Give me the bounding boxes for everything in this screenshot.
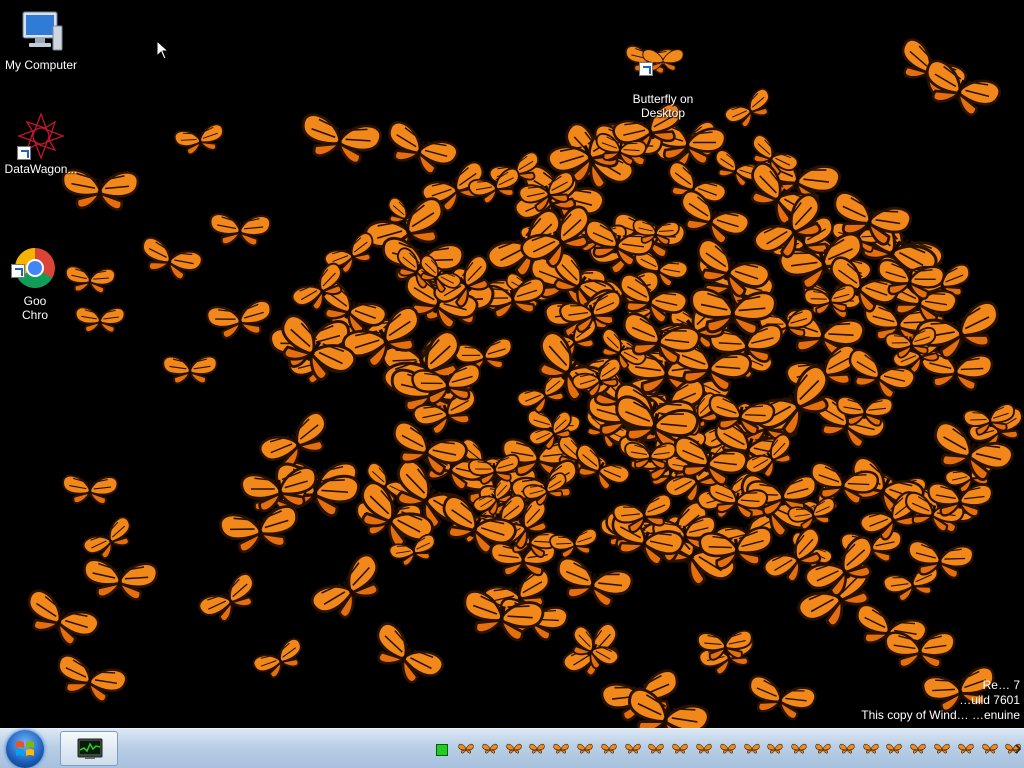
tray-status-icon[interactable] <box>436 744 448 756</box>
tray-butterfly-icon[interactable] <box>505 742 522 756</box>
butterfly-on-desktop-icon <box>639 28 687 76</box>
taskbar <box>0 728 1024 768</box>
tray-butterfly-icon[interactable] <box>672 742 688 756</box>
tray-butterfly-icon[interactable] <box>482 742 498 756</box>
butterfly <box>219 505 299 554</box>
tray-butterfly-icon[interactable] <box>529 742 546 756</box>
butterfly <box>252 638 302 679</box>
butterfly <box>748 674 817 721</box>
datawagon-icon <box>17 112 65 160</box>
tray-butterfly-icon[interactable] <box>815 742 831 756</box>
butterfly <box>173 123 224 156</box>
tray-butterfly-icon[interactable] <box>981 742 998 756</box>
butterfly <box>162 355 218 385</box>
butterfly <box>724 88 770 128</box>
desktop-icon-label: DataWagon... <box>4 162 78 176</box>
watermark-line: Re… 7 <box>982 678 1020 692</box>
shortcut-arrow-icon <box>11 264 25 278</box>
butterfly <box>27 589 100 646</box>
tray-butterfly-icon[interactable] <box>839 742 855 756</box>
butterfly <box>549 528 598 559</box>
windows-logo-icon <box>16 741 34 756</box>
butterfly <box>301 113 383 165</box>
google-chrome-icon <box>11 230 59 288</box>
tray-butterfly-icon[interactable] <box>791 742 807 756</box>
desktop[interactable]: My Computer DataWagon... Goo Chro Butter… <box>0 0 1024 728</box>
butterfly <box>557 556 634 608</box>
desktop-icon-label: My Computer <box>4 58 78 72</box>
butterfly <box>74 306 126 334</box>
butterfly <box>141 236 204 281</box>
butterfly <box>388 120 459 175</box>
butterfly <box>209 212 272 247</box>
windows-activation-watermark: Re… 7 …uild 7601 This copy of Wind… …enu… <box>861 678 1020 723</box>
show-hidden-icons-icon[interactable] <box>1013 742 1023 756</box>
taskbar-app-button[interactable] <box>60 731 118 766</box>
shortcut-arrow-icon <box>639 62 653 76</box>
tray-butterfly-icon[interactable] <box>886 742 903 756</box>
desktop-icon-label: Butterfly on Desktop <box>632 92 694 120</box>
mouse-cursor-icon <box>156 40 170 60</box>
tray-butterfly-icon[interactable] <box>862 742 879 756</box>
desktop-icon-label: Goo Chro <box>21 294 48 322</box>
butterfly-swarm <box>27 38 1023 728</box>
tray-butterfly-icon[interactable] <box>720 742 736 756</box>
desktop-icon-butterfly-on-desktop[interactable]: Butterfly on Desktop <box>622 14 704 134</box>
butterfly <box>376 622 445 684</box>
butterfly <box>62 474 119 506</box>
task-manager-icon <box>77 738 103 759</box>
start-button[interactable] <box>6 730 44 768</box>
desktop-icon-datawagon[interactable]: DataWagon... <box>0 112 82 176</box>
desktop-icon-google-chrome[interactable]: Goo Chro <box>0 216 76 336</box>
watermark-line: This copy of Wind… …enuine <box>861 708 1020 722</box>
butterfly <box>310 553 380 619</box>
my-computer-icon <box>17 8 65 56</box>
tray-butterfly-icon[interactable] <box>648 742 665 756</box>
butterfly <box>82 516 131 560</box>
tray-butterfly-icon[interactable] <box>458 742 474 756</box>
tray-butterfly-icon[interactable] <box>934 742 950 756</box>
tray-butterfly-icon[interactable] <box>958 742 974 756</box>
tray-butterfly-icon[interactable] <box>624 742 641 756</box>
tray-butterfly-icon[interactable] <box>910 742 926 756</box>
tray-butterfly-icon[interactable] <box>743 742 760 756</box>
tray-butterfly-icon[interactable] <box>601 742 617 756</box>
desktop-icon-my-computer[interactable]: My Computer <box>0 8 82 72</box>
watermark-line: …uild 7601 <box>959 693 1020 707</box>
tray-butterfly-icon[interactable] <box>767 742 784 756</box>
tray-butterfly-icon[interactable] <box>696 742 712 756</box>
butterfly <box>198 572 255 623</box>
shortcut-arrow-icon <box>17 146 31 160</box>
butterfly <box>83 558 159 601</box>
butterfly <box>57 654 128 703</box>
butterfly <box>206 299 272 340</box>
tray-butterfly-icon[interactable] <box>577 742 593 756</box>
tray-butterfly-icon[interactable] <box>553 742 569 756</box>
